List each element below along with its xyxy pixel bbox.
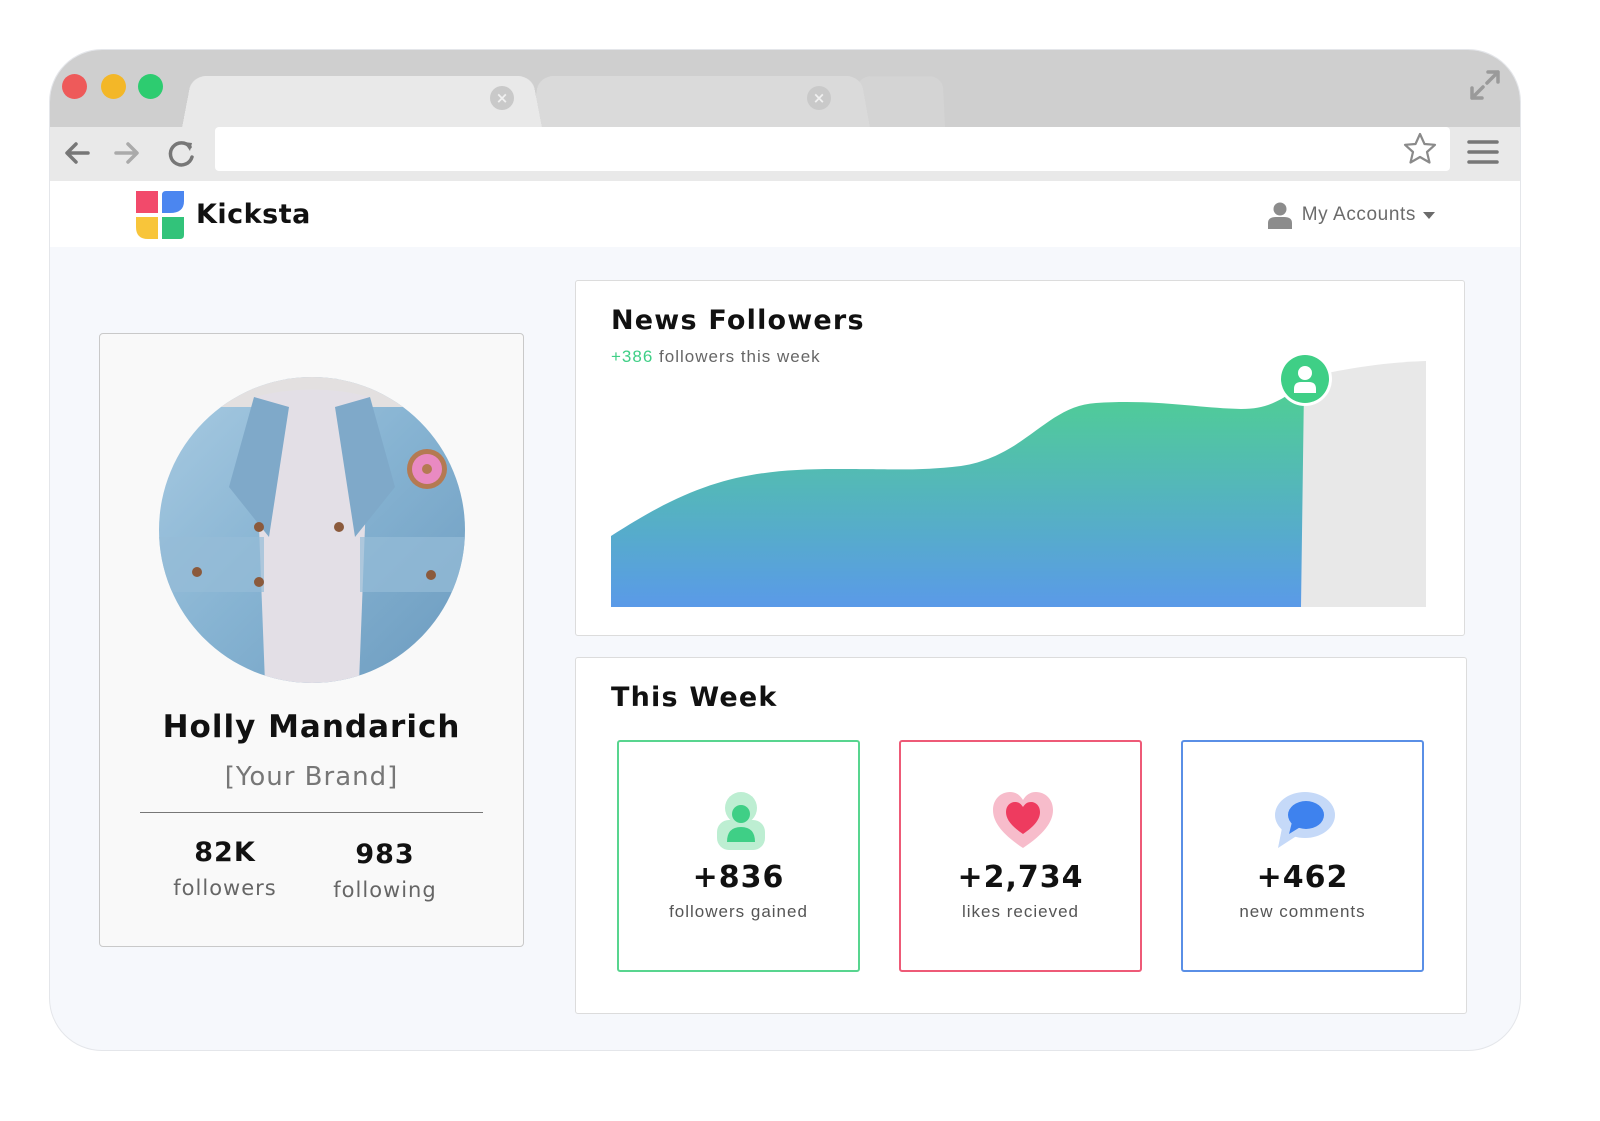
likes-received-value: +2,734 (957, 860, 1084, 895)
hamburger-menu-icon[interactable] (1466, 135, 1500, 169)
close-window-button[interactable] (62, 74, 87, 99)
my-accounts-label: My Accounts (1301, 204, 1416, 225)
followers-delta-suffix: followers this week (653, 347, 821, 366)
divider (140, 812, 483, 813)
news-followers-card: News Followers +386 followers this week (575, 280, 1465, 636)
followers-gained-label: followers gained (669, 902, 808, 921)
brand-name: Kicksta (196, 199, 311, 230)
back-arrow-icon[interactable] (58, 133, 98, 173)
profile-name: Holly Mandarich (162, 709, 461, 745)
browser-titlebar: × × (50, 50, 1520, 128)
followers-label: followers (173, 876, 277, 900)
profile-card: Holly Mandarich [Your Brand] 82K followe… (99, 333, 524, 947)
chevron-down-icon (1423, 212, 1435, 219)
browser-tab-active[interactable] (182, 76, 542, 128)
kicksta-logo[interactable] (136, 191, 184, 239)
this-week-card: This Week +836 followers gained +2,734 l… (575, 657, 1467, 1014)
followers-count: 82K (194, 837, 256, 868)
heart-icon (993, 792, 1053, 848)
expand-icon[interactable] (1468, 68, 1502, 102)
followers-gained-tile[interactable]: +836 followers gained (617, 740, 860, 972)
tab-close-icon[interactable]: × (807, 86, 831, 110)
this-week-title: This Week (611, 682, 778, 713)
chart-subtitle: +386 followers this week (611, 347, 821, 367)
reload-icon[interactable] (162, 133, 202, 173)
profile-brand: [Your Brand] (224, 762, 399, 792)
tab-close-icon[interactable]: × (490, 86, 514, 110)
followers-gained-value: +836 (692, 860, 785, 895)
chart-area (611, 387, 1304, 607)
minimize-window-button[interactable] (101, 74, 126, 99)
new-comments-label: new comments (1239, 902, 1366, 921)
maximize-window-button[interactable] (138, 74, 163, 99)
following-count: 983 (355, 839, 415, 870)
likes-received-tile[interactable]: +2,734 likes recieved (899, 740, 1142, 972)
speech-bubble-icon (1275, 792, 1335, 848)
new-comments-tile[interactable]: +462 new comments (1181, 740, 1424, 972)
browser-window: × × Kicksta My Accounts Holly Mandarich … (50, 50, 1520, 1050)
chart-current-marker (1278, 352, 1332, 406)
browser-toolbar (50, 127, 1520, 181)
person-icon (717, 792, 765, 850)
following-stat: 983 following (310, 839, 460, 902)
my-accounts-dropdown[interactable]: My Accounts (1267, 201, 1436, 229)
chart-title: News Followers (611, 305, 865, 336)
followers-stat: 82K followers (150, 837, 300, 900)
address-bar[interactable] (215, 127, 1450, 171)
user-icon (1267, 202, 1292, 229)
star-icon[interactable] (1402, 131, 1438, 167)
profile-avatar (159, 377, 465, 683)
followers-delta: +386 (611, 347, 654, 366)
forward-arrow-icon[interactable] (106, 133, 146, 173)
likes-received-label: likes recieved (962, 902, 1079, 921)
app-header: Kicksta My Accounts (50, 181, 1520, 247)
following-label: following (333, 878, 437, 902)
new-comments-value: +462 (1256, 860, 1349, 895)
